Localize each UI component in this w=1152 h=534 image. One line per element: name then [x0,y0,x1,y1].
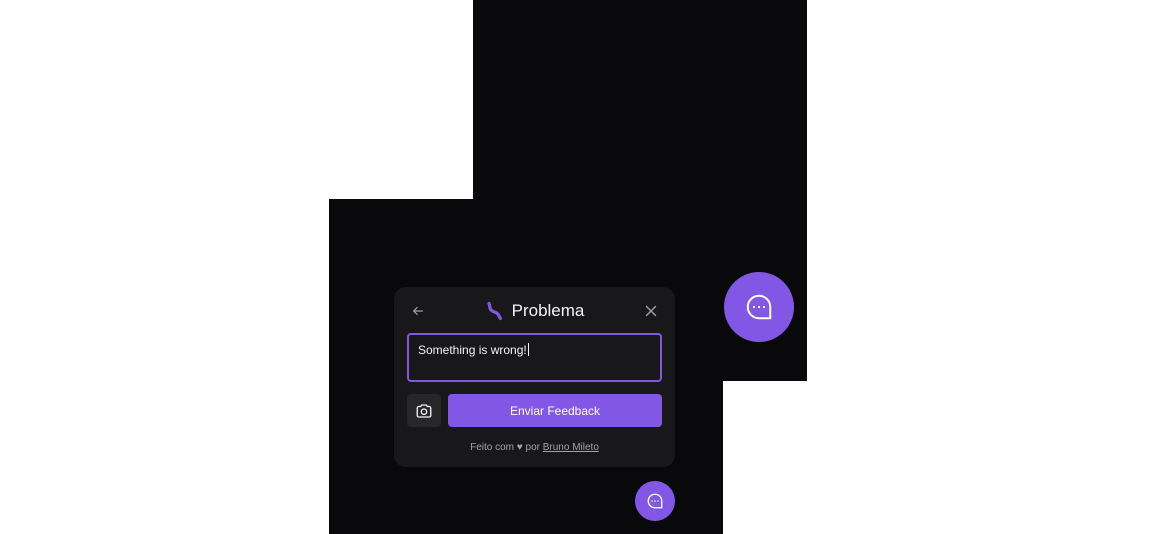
footer-prefix: Feito com [470,442,515,453]
widget-footer: Feito com ♥ por Bruno Mileto [394,441,675,455]
feedback-fab-small[interactable] [635,481,675,521]
text-caret [527,343,529,356]
author-link[interactable]: Bruno Mileto [543,442,599,453]
widget-title: Problema [394,299,675,323]
submit-feedback-button[interactable]: Enviar Feedback [448,394,662,427]
worm-icon [487,301,502,321]
chat-bubble-dots-icon [647,493,663,509]
chat-bubble-dots-icon [746,294,772,320]
close-button[interactable] [641,299,661,323]
heart-icon: ♥ [516,442,523,453]
feedback-textarea[interactable]: Something is wrong! [407,333,662,382]
camera-icon [416,403,432,418]
close-icon [645,305,657,317]
feedback-widget: Problema Something is wrong! Enviar Feed… [394,287,675,467]
feedback-text: Something is wrong! [418,343,527,357]
canvas: Problema Something is wrong! Enviar Feed… [0,0,1152,534]
title-text: Problema [511,301,585,320]
widget-header: Problema [394,299,675,323]
feedback-fab-large[interactable] [724,272,794,342]
footer-by: por [525,442,540,453]
screenshot-button[interactable] [407,394,441,427]
